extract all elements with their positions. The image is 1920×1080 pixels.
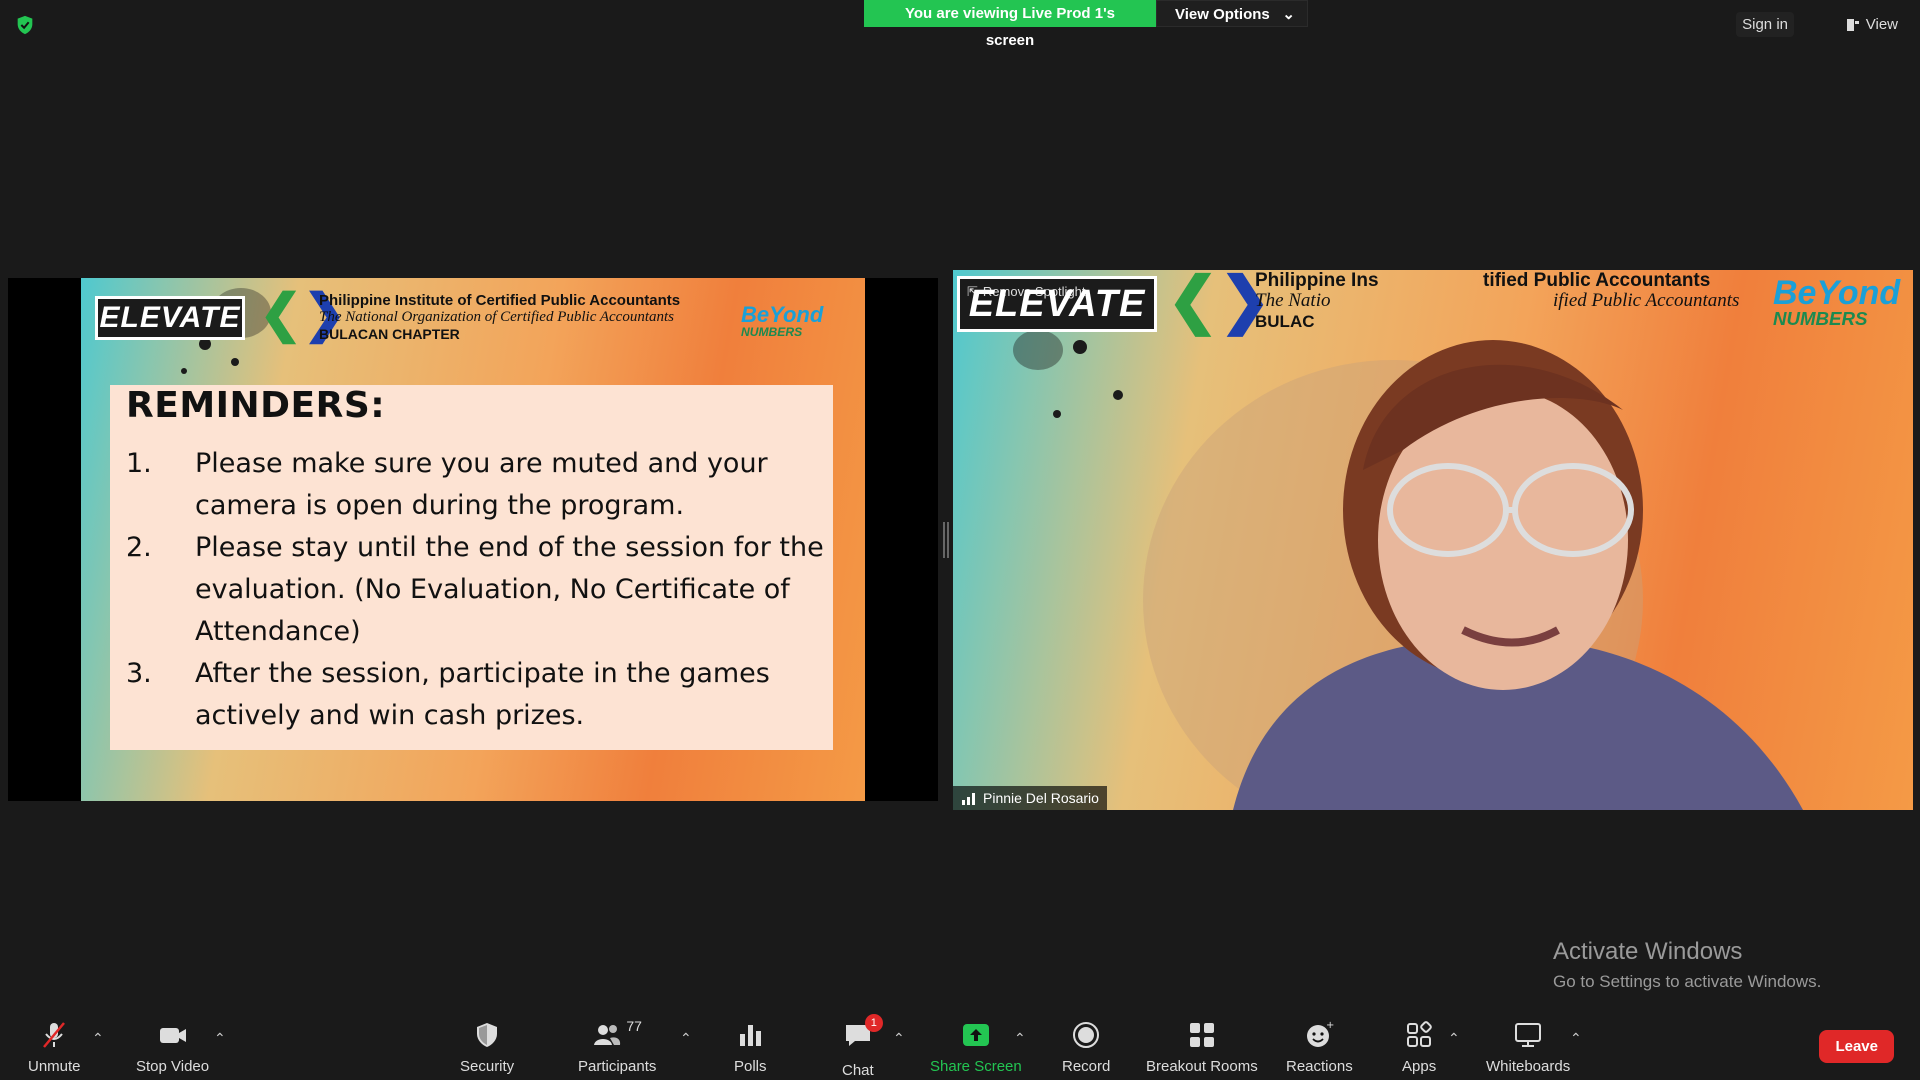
share-options-caret[interactable]: ⌃ [1014, 1030, 1026, 1047]
participants-count: 77 [626, 1018, 642, 1034]
apps-button[interactable]: Apps [1402, 1020, 1436, 1075]
participants-icon [594, 1025, 621, 1045]
shared-screen: ELEVATE ❮❯ Philippine Institute of Certi… [8, 278, 938, 801]
apps-options-caret[interactable]: ⌃ [1448, 1030, 1460, 1047]
elevate-logo: ELEVATE [95, 296, 245, 340]
beyond-numbers-logo: BeYond NUMBERS [741, 302, 824, 339]
muted-microphone-icon [43, 1022, 66, 1048]
breakout-rooms-icon [1189, 1023, 1214, 1047]
signal-strength-icon [962, 793, 975, 805]
video-camera-icon [159, 1028, 186, 1043]
record-icon [1073, 1022, 1100, 1048]
whiteboard-icon [1515, 1023, 1542, 1047]
chat-unread-badge: 1 [864, 1014, 883, 1032]
split-resize-handle[interactable] [943, 522, 949, 558]
org-tagline: The National Organization of Certified P… [319, 309, 674, 325]
presentation-slide: ELEVATE ❮❯ Philippine Institute of Certi… [81, 278, 865, 801]
org-name: Philippine Institute of Certified Public… [319, 292, 681, 309]
security-button[interactable]: Security [460, 1020, 514, 1075]
svg-text:+: + [1326, 1020, 1334, 1031]
activate-windows-watermark: Activate Windows Go to Settings to activ… [1553, 938, 1821, 992]
reminders-list: 1. Please make sure you are muted and you… [126, 443, 826, 737]
share-banner: You are viewing Live Prod 1's screen Vie… [864, 0, 1308, 49]
reminders-title: REMINDERS: [126, 385, 386, 426]
chat-options-caret[interactable]: ⌃ [893, 1030, 905, 1047]
remove-spotlight-button[interactable]: ⇱ Remove Spotlight [967, 284, 1086, 300]
participants-button[interactable]: 77 Participants [578, 1018, 656, 1075]
whiteboards-button[interactable]: Whiteboards [1486, 1020, 1570, 1075]
audio-options-caret[interactable]: ⌃ [92, 1030, 104, 1047]
participant-name-tag: Pinnie Del Rosario [953, 786, 1107, 810]
security-shield-icon[interactable] [14, 14, 36, 36]
watermark-subtitle: Go to Settings to activate Windows. [1553, 972, 1822, 991]
reminders-card: REMINDERS: 1. Please make sure you are mu… [110, 385, 833, 750]
watermark-title: Activate Windows [1553, 938, 1743, 965]
shield-icon [477, 1023, 498, 1047]
spotlight-icon: ⇱ [967, 284, 978, 299]
unmute-button[interactable]: Unmute [28, 1020, 81, 1075]
video-options-caret[interactable]: ⌃ [214, 1030, 226, 1047]
share-screen-button[interactable]: Share Screen [930, 1020, 1022, 1075]
view-button[interactable]: View [1838, 12, 1906, 37]
view-layout-icon [1846, 18, 1859, 31]
stop-video-button[interactable]: Stop Video [136, 1020, 209, 1075]
reactions-smiley-icon: + [1307, 1020, 1334, 1047]
view-label: View [1865, 16, 1898, 33]
list-item: 2. Please stay until the end of the sessi… [126, 532, 824, 647]
view-options-label: View Options [1175, 6, 1270, 23]
polls-chart-icon [740, 1025, 762, 1046]
reactions-button[interactable]: + Reactions [1286, 1020, 1353, 1075]
speaker-video-tile[interactable]: ELEVATE ❮❯ Philippine Ins tified Public … [953, 270, 1913, 810]
leave-button[interactable]: Leave [1819, 1030, 1894, 1063]
participant-name: Pinnie Del Rosario [983, 790, 1099, 806]
sign-in-button[interactable]: Sign in [1736, 12, 1794, 37]
view-options-button[interactable]: View Options ⌄ [1156, 0, 1308, 27]
whiteboards-options-caret[interactable]: ⌃ [1570, 1030, 1582, 1047]
apps-icon [1407, 1021, 1432, 1047]
meeting-toolbar: Unmute ⌃ Stop Video ⌃ Security 77 Partic… [0, 1010, 1920, 1080]
participants-options-caret[interactable]: ⌃ [680, 1030, 692, 1047]
chat-button[interactable]: 1 Chat [842, 1014, 883, 1079]
record-button[interactable]: Record [1062, 1020, 1110, 1075]
list-item: 1. Please make sure you are muted and you… [126, 448, 768, 521]
polls-button[interactable]: Polls [734, 1020, 767, 1075]
org-chapter: BULACAN CHAPTER [319, 326, 460, 342]
viewing-screen-label: You are viewing Live Prod 1's screen [864, 0, 1156, 49]
share-screen-icon [962, 1024, 989, 1046]
breakout-rooms-button[interactable]: Breakout Rooms [1146, 1020, 1258, 1075]
speaker-figure [1143, 340, 1803, 810]
chevron-down-icon: ⌄ [1282, 6, 1295, 23]
virtual-background: ELEVATE ❮❯ Philippine Ins tified Public … [953, 270, 1913, 810]
list-item: 3. After the session, participate in the … [126, 658, 770, 731]
